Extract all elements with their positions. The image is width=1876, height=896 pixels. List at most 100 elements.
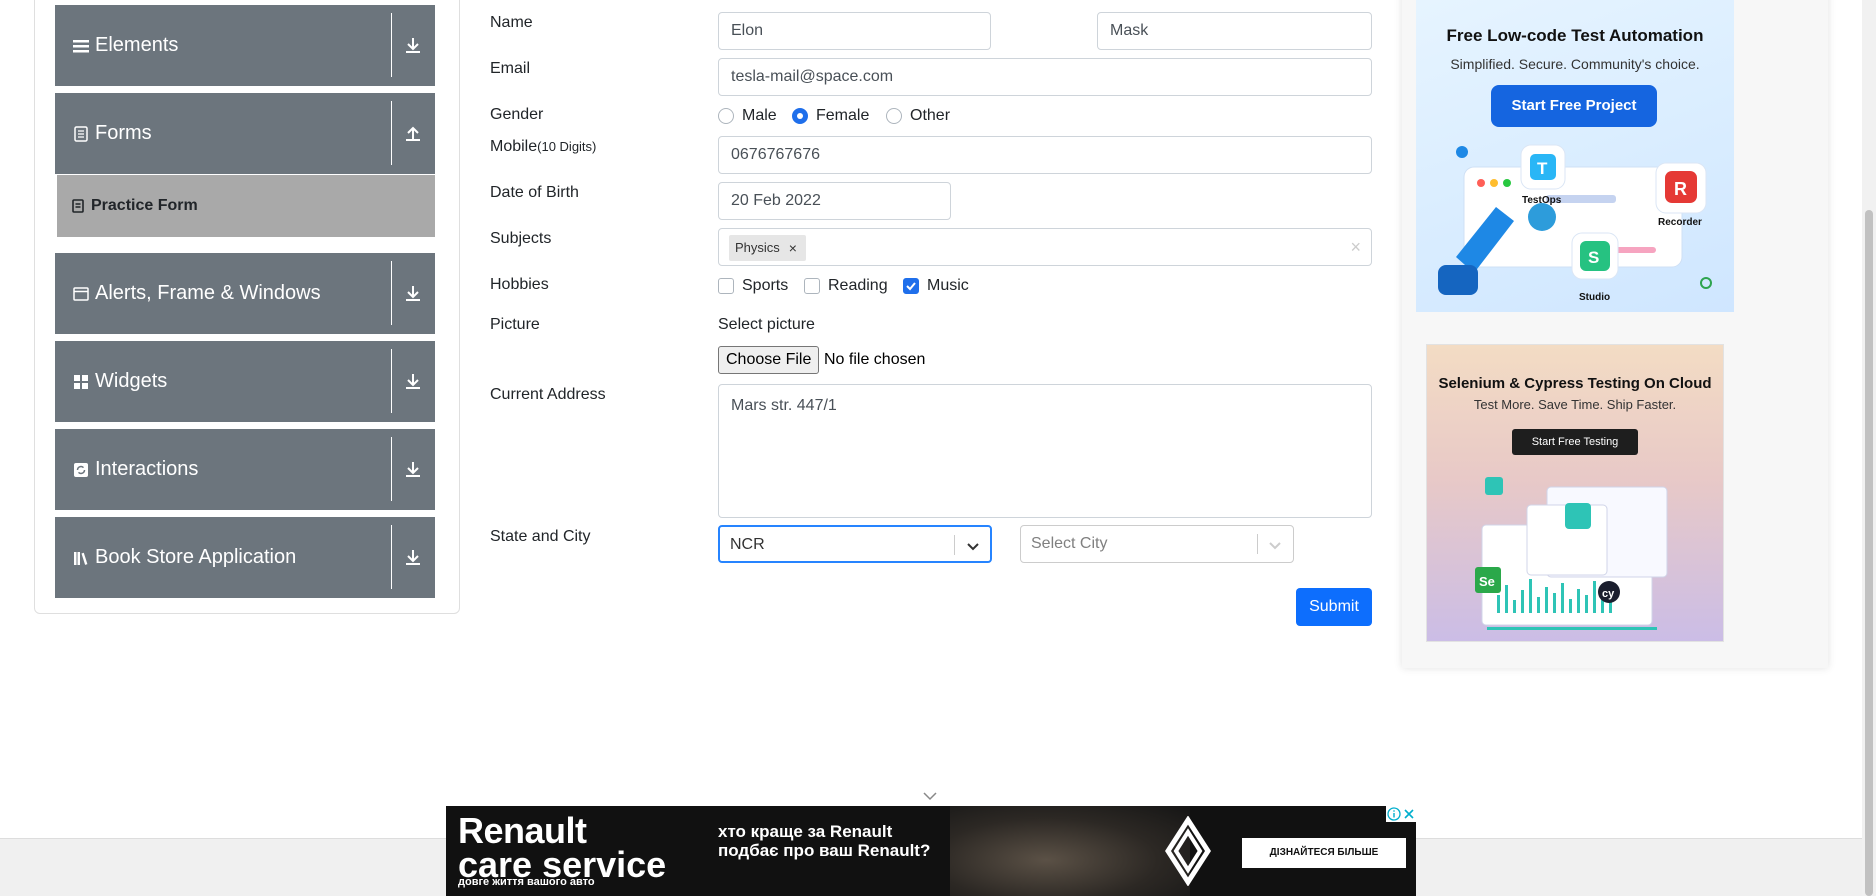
download-icon[interactable] <box>401 369 425 393</box>
no-file-text: No file chosen <box>824 351 926 368</box>
divider <box>1257 534 1258 554</box>
download-icon[interactable] <box>401 545 425 569</box>
chevron-down-icon[interactable] <box>922 791 938 801</box>
menu-icon <box>73 40 89 53</box>
start-free-testing-button[interactable]: Start Free Testing <box>1512 429 1638 455</box>
refresh-icon <box>74 463 88 477</box>
mobile-label-text: Mobile <box>490 138 538 155</box>
form-icon <box>72 199 84 213</box>
renault-banner-ad[interactable]: Renault care service довге життя вашого … <box>446 806 1416 896</box>
email-field[interactable] <box>718 58 1372 96</box>
recorder-label: Recorder <box>1658 217 1702 228</box>
sidebar-item-practice-form[interactable]: Practice Form <box>57 175 435 237</box>
divider <box>391 261 392 325</box>
document-icon <box>74 126 88 142</box>
ad-photo <box>950 806 1190 896</box>
current-address-textarea[interactable]: Mars str. 447/1 <box>718 384 1372 518</box>
radio-label: Male <box>742 107 777 124</box>
choose-file-button[interactable]: Choose File <box>718 346 820 374</box>
ad-choices[interactable] <box>1386 806 1416 822</box>
date-of-birth-input[interactable] <box>718 182 951 220</box>
state-select[interactable]: NCR <box>718 525 992 563</box>
mobile-label: Mobile(10 Digits) <box>490 138 596 156</box>
renault-logo-icon <box>1165 816 1211 886</box>
subject-chip: Physics × <box>729 235 806 261</box>
checkbox[interactable] <box>903 278 919 294</box>
select-picture-label: Select picture <box>718 316 815 333</box>
sidebar-group-label: Widgets <box>95 370 168 392</box>
sidebar-group-label: Interactions <box>95 458 199 480</box>
checkbox[interactable] <box>718 278 734 294</box>
subjects-label: Subjects <box>490 230 552 247</box>
remove-subject-icon[interactable]: × <box>784 235 802 261</box>
city-select[interactable]: Select City <box>1020 525 1294 563</box>
mobile-field[interactable] <box>718 136 1372 174</box>
checkbox[interactable] <box>804 278 820 294</box>
hobby-sports-checkbox[interactable]: Sports <box>718 276 798 296</box>
radio-button[interactable] <box>886 108 902 124</box>
window-icon <box>73 287 89 301</box>
city-placeholder: Select City <box>1031 535 1108 552</box>
sidebar-group-label: Book Store Application <box>95 546 297 568</box>
svg-text:T: T <box>1537 159 1548 178</box>
hobby-music-checkbox[interactable]: Music <box>903 276 983 296</box>
submit-button[interactable]: Submit <box>1296 588 1372 626</box>
radio-label: Other <box>910 107 951 124</box>
mobile-hint: (10 Digits) <box>537 139 597 154</box>
sidebar-group-label: Alerts, Frame & Windows <box>95 282 321 304</box>
checkbox-label: Music <box>927 277 969 294</box>
ad-subtitle: Simplified. Secure. Community's choice. <box>1450 56 1700 72</box>
first-name-field[interactable] <box>718 12 991 50</box>
state-value: NCR <box>730 536 765 553</box>
gender-other-radio[interactable]: Other <box>886 106 986 126</box>
katalon-ad[interactable]: Free Low-code Test Automation Simplified… <box>1416 0 1734 312</box>
divider <box>391 101 392 165</box>
picture-label: Picture <box>490 316 540 333</box>
studio-label: Studio <box>1579 292 1610 303</box>
hobbies-label: Hobbies <box>490 276 549 293</box>
ad-subtitle: Test More. Save Time. Ship Faster. <box>1473 397 1677 412</box>
divider <box>954 535 955 555</box>
sidebar: Elements Forms Practice Form Alerts, Fra… <box>34 0 460 614</box>
checkbox-label: Reading <box>828 277 888 294</box>
svg-text:S: S <box>1588 248 1599 267</box>
radio-button[interactable] <box>792 108 808 124</box>
hobby-reading-checkbox[interactable]: Reading <box>804 276 894 296</box>
sidebar-group-interactions[interactable]: Interactions <box>55 429 435 510</box>
learn-more-button[interactable]: ДІЗНАЙТЕСЯ БІЛЬШЕ <box>1242 838 1406 868</box>
sidebar-group-elements[interactable]: Elements <box>55 5 435 86</box>
sidebar-group-alerts[interactable]: Alerts, Frame & Windows <box>55 253 435 334</box>
svg-text:R: R <box>1674 179 1687 199</box>
sidebar-group-book-store[interactable]: Book Store Application <box>55 517 435 598</box>
dob-label: Date of Birth <box>490 184 579 201</box>
lambdatest-ad[interactable]: Selenium & Cypress Testing On Cloud Test… <box>1426 344 1724 642</box>
checkbox-label: Sports <box>742 277 789 294</box>
clear-icon[interactable]: × <box>1350 237 1361 258</box>
divider <box>391 13 392 77</box>
state-city-label: State and City <box>490 528 591 545</box>
scrollbar-thumb[interactable] <box>1865 210 1873 896</box>
books-icon <box>74 552 88 565</box>
radio-button[interactable] <box>718 108 734 124</box>
subjects-input[interactable]: Physics × × <box>718 228 1372 266</box>
svg-text:Se: Se <box>1479 574 1495 589</box>
start-free-project-button[interactable]: Start Free Project <box>1491 85 1657 127</box>
close-icon[interactable] <box>1402 807 1416 821</box>
sidebar-group-forms[interactable]: Forms <box>55 93 435 174</box>
radio-label: Female <box>816 107 870 124</box>
chevron-down-icon[interactable] <box>1265 535 1285 555</box>
gender-label: Gender <box>490 106 544 123</box>
sidebar-item-label: Practice Form <box>91 197 198 214</box>
ad-tagline: довге життя вашого авто <box>458 876 595 888</box>
download-icon[interactable] <box>401 33 425 57</box>
upload-icon[interactable] <box>401 121 425 145</box>
chevron-down-icon[interactable] <box>963 536 983 556</box>
sidebar-group-widgets[interactable]: Widgets <box>55 341 435 422</box>
widgets-icon <box>74 375 88 389</box>
ad-brand-line1: Renault <box>458 810 587 851</box>
ad-question: хто краще за Renault подбає про ваш Rena… <box>718 822 931 860</box>
download-icon[interactable] <box>401 281 425 305</box>
info-icon[interactable] <box>1387 807 1401 821</box>
last-name-field[interactable] <box>1097 12 1372 50</box>
download-icon[interactable] <box>401 457 425 481</box>
